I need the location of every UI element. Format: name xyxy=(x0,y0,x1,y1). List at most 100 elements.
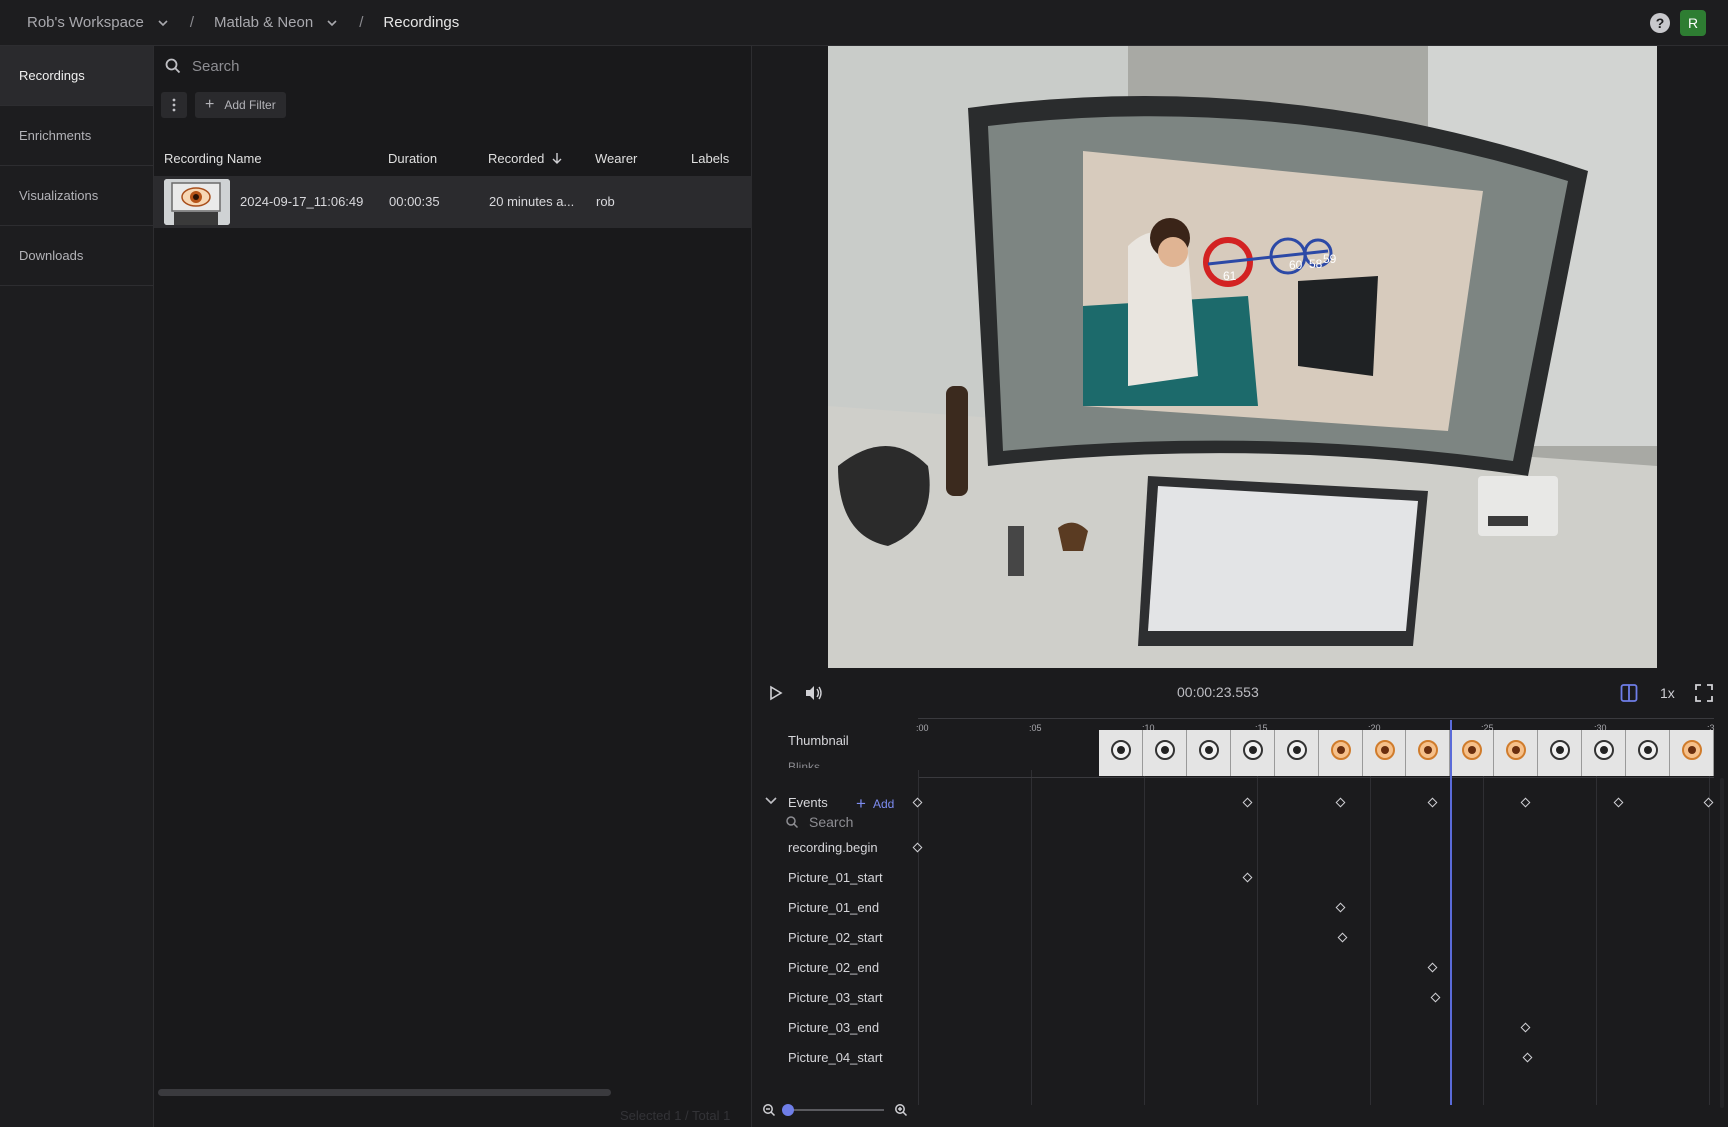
event-summary-marker[interactable] xyxy=(912,797,923,808)
chevron-down-icon xyxy=(158,19,168,26)
thumbnail-frame[interactable] xyxy=(1494,730,1539,776)
zoom-slider[interactable] xyxy=(782,1104,884,1116)
zoom-slider-handle[interactable] xyxy=(782,1104,794,1116)
sidebar-item-recordings[interactable]: Recordings xyxy=(0,46,153,106)
events-section-label: Events xyxy=(788,795,828,810)
chevron-down-icon xyxy=(327,19,337,26)
split-view-icon[interactable] xyxy=(1620,683,1638,703)
gaze-label: 59 xyxy=(1323,252,1337,266)
event-summary-marker[interactable] xyxy=(1242,797,1253,808)
event-row-label[interactable]: Picture_01_start xyxy=(788,870,883,885)
column-duration[interactable]: Duration xyxy=(388,151,437,166)
events-search-input[interactable]: Search xyxy=(809,814,853,830)
eye-icon xyxy=(1111,740,1131,760)
event-row-label[interactable]: Picture_03_end xyxy=(788,1020,879,1035)
event-marker[interactable] xyxy=(1337,932,1348,943)
event-marker[interactable] xyxy=(1522,1052,1533,1063)
zoom-out-icon[interactable] xyxy=(762,1103,776,1117)
more-options-button[interactable] xyxy=(161,92,187,118)
playback-speed-button[interactable]: 1x xyxy=(1660,685,1675,701)
event-marker[interactable] xyxy=(912,842,923,853)
gaze-label: 61 xyxy=(1223,269,1237,283)
event-marker[interactable] xyxy=(1427,962,1438,973)
chevron-down-icon[interactable] xyxy=(765,797,777,805)
project-name: Matlab & Neon xyxy=(213,14,314,31)
event-row-label[interactable]: Picture_01_end xyxy=(788,900,879,915)
top-bar: Rob's Workspace / Matlab & Neon / Record… xyxy=(0,0,1728,46)
thumbnail-frame[interactable] xyxy=(1626,730,1670,776)
ruler-baseline xyxy=(918,718,1714,719)
breadcrumb-separator: / xyxy=(359,14,364,31)
eye-icon xyxy=(1638,740,1659,760)
event-row-label[interactable]: Picture_04_start xyxy=(788,1050,883,1065)
event-summary-marker[interactable] xyxy=(1427,797,1438,808)
event-marker[interactable] xyxy=(1335,902,1346,913)
zoom-in-icon[interactable] xyxy=(894,1103,908,1117)
thumbnail-frame[interactable] xyxy=(1669,730,1714,776)
event-summary-marker[interactable] xyxy=(1335,797,1346,808)
track-divider xyxy=(919,777,1714,778)
thumbnail-frame[interactable] xyxy=(1362,730,1407,776)
volume-icon[interactable] xyxy=(804,684,824,702)
search-input[interactable]: Search xyxy=(192,58,240,75)
workspace-switcher[interactable]: Rob's Workspace xyxy=(27,14,170,31)
eye-icon xyxy=(1330,740,1351,760)
eye-icon xyxy=(1242,740,1263,760)
scene-video[interactable]: 61 60 58 59 xyxy=(828,46,1657,668)
event-marker[interactable] xyxy=(1242,872,1253,883)
event-marker[interactable] xyxy=(1520,1022,1531,1033)
workspace-name: Rob's Workspace xyxy=(27,14,144,31)
thumbnail-strip[interactable] xyxy=(1099,730,1714,776)
table-row[interactable]: 2024-09-17_11:06:49 00:00:35 20 minutes … xyxy=(154,176,752,228)
thumbnail-frame[interactable] xyxy=(1538,730,1583,776)
thumbnail-frame[interactable] xyxy=(1230,730,1275,776)
eye-icon xyxy=(1462,740,1483,760)
thumbnail-frame[interactable] xyxy=(1099,730,1143,776)
thumbnail-frame[interactable] xyxy=(1274,730,1319,776)
event-row-label[interactable]: recording.begin xyxy=(788,840,878,855)
gridline xyxy=(1257,770,1258,1105)
event-row-label[interactable]: Picture_02_end xyxy=(788,960,879,975)
thumbnail-frame[interactable] xyxy=(1582,730,1627,776)
sidebar-item-downloads[interactable]: Downloads xyxy=(0,226,153,286)
avatar[interactable]: R xyxy=(1680,10,1706,36)
horizontal-scrollbar[interactable] xyxy=(158,1089,611,1096)
add-event-button[interactable]: + Add xyxy=(856,794,894,814)
sort-descending-icon[interactable] xyxy=(551,152,563,165)
playhead[interactable] xyxy=(1450,720,1453,1105)
add-event-label: Add xyxy=(872,797,895,811)
zoom-control xyxy=(762,1103,908,1117)
gridline xyxy=(918,770,919,1105)
event-summary-marker[interactable] xyxy=(1613,797,1624,808)
thumbnail-frame[interactable] xyxy=(1318,730,1363,776)
events-search[interactable]: Search xyxy=(785,814,853,830)
plus-icon: + xyxy=(205,96,215,113)
event-row-label[interactable]: Picture_02_start xyxy=(788,930,883,945)
thumbnail-frame[interactable] xyxy=(1186,730,1231,776)
thumbnail-frame[interactable] xyxy=(1450,730,1495,776)
track-label-thumbnail: Thumbnail xyxy=(788,733,849,748)
kebab-icon xyxy=(172,98,176,112)
column-recording-name[interactable]: Recording Name xyxy=(164,151,262,166)
event-marker[interactable] xyxy=(1430,992,1440,1003)
sidebar-item-enrichments[interactable]: Enrichments xyxy=(0,106,153,166)
recordings-search[interactable]: Search xyxy=(154,46,751,86)
column-recorded[interactable]: Recorded xyxy=(488,151,544,166)
add-filter-button[interactable]: + Add Filter xyxy=(195,92,286,118)
help-icon[interactable]: ? xyxy=(1650,13,1670,33)
vertical-scrollbar[interactable] xyxy=(1720,778,1724,1108)
event-row-label[interactable]: Picture_03_start xyxy=(788,990,883,1005)
breadcrumb-separator: / xyxy=(189,14,194,31)
event-summary-marker[interactable] xyxy=(1520,797,1531,808)
recording-name: 2024-09-17_11:06:49 xyxy=(240,194,364,209)
thumbnail-frame[interactable] xyxy=(1406,730,1451,776)
column-labels[interactable]: Labels xyxy=(691,151,729,166)
thumbnail-frame[interactable] xyxy=(1142,730,1187,776)
sidebar-item-visualizations[interactable]: Visualizations xyxy=(0,166,153,226)
play-icon[interactable] xyxy=(768,685,784,701)
search-icon xyxy=(786,816,799,829)
project-switcher[interactable]: Matlab & Neon xyxy=(214,14,339,31)
column-wearer[interactable]: Wearer xyxy=(595,151,637,166)
fullscreen-icon[interactable] xyxy=(1695,684,1713,702)
event-summary-marker[interactable] xyxy=(1703,797,1714,808)
